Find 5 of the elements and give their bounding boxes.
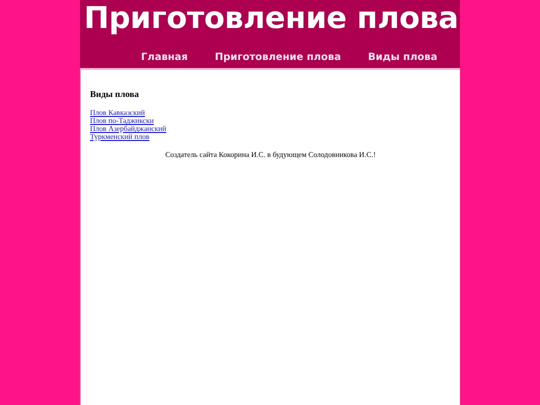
- nav-link[interactable]: Виды плова: [368, 52, 438, 63]
- section-heading: Виды плова: [90, 89, 140, 99]
- nav-link[interactable]: Главная: [141, 52, 188, 63]
- site-title: Приготовление плова: [84, 0, 458, 38]
- nav-link[interactable]: Приготовление плова: [214, 52, 341, 63]
